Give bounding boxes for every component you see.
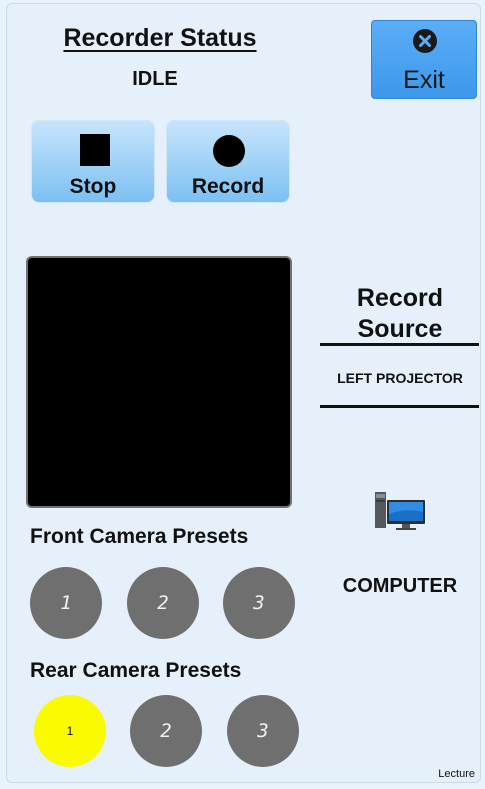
front-preset-2-button[interactable]: 2 xyxy=(127,567,199,639)
close-circle-icon xyxy=(413,29,437,53)
recorder-status-value: IDLE xyxy=(132,68,178,90)
rear-preset-2-button[interactable]: 2 xyxy=(130,695,202,767)
record-icon xyxy=(213,135,245,167)
rear-preset-3-button[interactable]: 3 xyxy=(227,695,299,767)
computer-icon[interactable] xyxy=(374,490,426,532)
exit-button[interactable]: Exit xyxy=(371,20,477,99)
computer-source-label: COMPUTER xyxy=(342,575,458,597)
stop-label: Stop xyxy=(69,175,117,198)
stop-icon xyxy=(80,134,110,166)
front-preset-3-button[interactable]: 3 xyxy=(223,567,295,639)
front-preset-1-button[interactable]: 1 xyxy=(30,567,102,639)
rear-camera-presets-label: Rear Camera Presets xyxy=(30,659,242,682)
rear-preset-1-button[interactable]: 1 xyxy=(34,695,106,767)
record-button[interactable]: Record xyxy=(166,120,290,203)
record-source-title: Record Source xyxy=(356,284,444,343)
record-source-value: LEFT PROJECTOR xyxy=(337,370,463,386)
exit-label: Exit xyxy=(403,66,445,94)
record-label: Record xyxy=(191,175,265,198)
mode-label: Lecture xyxy=(438,768,475,780)
divider xyxy=(320,343,479,346)
stop-button[interactable]: Stop xyxy=(31,120,155,203)
video-preview xyxy=(26,256,292,508)
recorder-status-title: Recorder Status xyxy=(63,24,257,52)
front-camera-presets-label: Front Camera Presets xyxy=(30,525,249,548)
divider xyxy=(320,405,479,408)
